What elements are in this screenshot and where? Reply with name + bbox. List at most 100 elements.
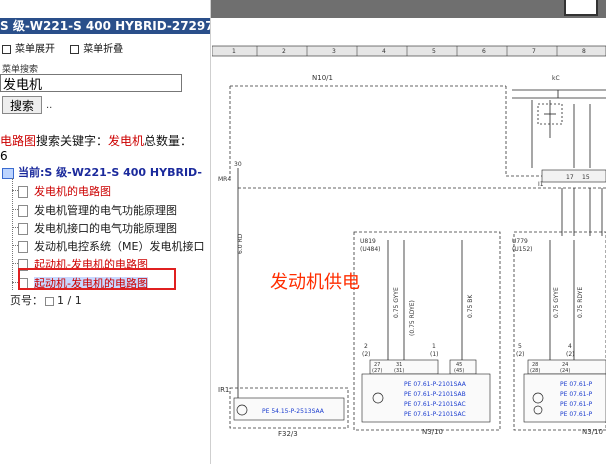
circuit-svg: 1 2 3 4 5 6 7 8 N10/1 kC 17 15 MR4 30 I1… (212, 45, 606, 438)
result-count: 6 (0, 149, 8, 163)
n10-1-label: N10/1 (312, 74, 333, 82)
vehicle-title: S 级-W221-S 400 HYBRID-272974-G (0, 18, 210, 34)
pin: (24) (560, 368, 570, 374)
menu-collapse-label: 菜单折叠 (83, 44, 124, 55)
tree-item-label: 发电机接口的电气功能原理图 (34, 222, 177, 235)
wire-label: (0.75 RDYE) (409, 300, 416, 336)
tree-item[interactable]: 发电机的电路图 (12, 183, 111, 199)
left-panel: S 级-W221-S 400 HYBRID-272974-G 菜单展开 菜单折叠… (0, 0, 211, 464)
result-middle: 搜索关键字： (36, 134, 109, 148)
pe-link[interactable]: PE 07.61-P (560, 411, 593, 418)
pe-link[interactable]: PE 54.15-P-2513SAA (262, 408, 325, 415)
n3-10-label: N3/10 (582, 428, 603, 436)
pin: (27) (372, 368, 382, 374)
result-keyword: 发电机 (108, 134, 145, 148)
ruler-col: 3 (332, 48, 336, 55)
bus-pin: 17 (566, 174, 574, 181)
pin: 1 (432, 343, 436, 350)
column-ruler (212, 45, 606, 57)
document-icon (18, 186, 28, 198)
kc-label: kC (552, 75, 560, 82)
pe-link[interactable]: PE 07.61-P (560, 381, 593, 388)
pin: (1) (430, 351, 439, 358)
ruler-col: 1 (232, 48, 236, 55)
i1-label: I1 (538, 181, 544, 188)
tree-item[interactable]: 发动机电控系统（ME）发电机接口 (12, 238, 205, 254)
search-button[interactable]: 搜索 (2, 96, 42, 114)
tree-branch (12, 245, 18, 246)
window-corner-icon (564, 0, 598, 16)
tree-branch (12, 263, 18, 264)
tree-branch (12, 209, 18, 210)
menu-collapse-button[interactable]: 菜单折叠 (70, 44, 123, 55)
tree-item-label: 发电机管理的电气功能原理图 (34, 204, 177, 217)
search-result-summary: 电路图搜索关键字：发电机总数量： (0, 132, 192, 149)
square-icon (70, 44, 80, 54)
tree-item-label: 发电机的电路图 (34, 185, 111, 198)
pe-link[interactable]: PE 07.61-P (560, 391, 593, 398)
tree-branch (12, 190, 18, 191)
pe-link[interactable]: PE 07.61-P-2101SAC (404, 411, 466, 418)
pager-value: 1 / 1 (57, 294, 82, 307)
ruler-col: 6 (482, 48, 486, 55)
tree-root-label: 当前:S 级-W221-S 400 HYBRID- (18, 166, 202, 179)
result-prefix: 电路图 (0, 134, 37, 148)
document-icon (18, 223, 28, 235)
document-icon (18, 205, 28, 217)
computer-icon (2, 167, 14, 179)
ir1-label: IR1 (218, 386, 229, 394)
pin: (45) (454, 368, 464, 374)
pe-link[interactable]: PE 07.61-P-2101SAC (404, 401, 466, 408)
u779b-label: (U152) (512, 246, 533, 253)
pin: (2) (362, 351, 371, 358)
pin: (2) (566, 351, 575, 358)
mr4-label: MR4 (218, 176, 231, 183)
selection-highlight-box (18, 268, 176, 290)
u779-label: U779 (512, 238, 528, 245)
bus-pin: 15 (582, 174, 590, 181)
menu-expand-label: 菜单展开 (15, 44, 55, 55)
pin: 4 (568, 343, 572, 350)
ruler-col: 5 (432, 48, 436, 55)
tree-item-label: 发动机电控系统（ME）发电机接口 (34, 240, 205, 253)
u819-label: U819 (360, 238, 376, 245)
menu-expand-button[interactable]: 菜单展开 (2, 44, 55, 55)
pe-link[interactable]: PE 07.61-P-2101SAB (404, 391, 466, 398)
wire-label: 0.75 GYYE (553, 287, 560, 318)
pager: 页号： 1 / 1 (10, 292, 82, 308)
pin: 5 (518, 343, 522, 350)
square-icon (2, 44, 11, 54)
wire-label: 0.75 GYYE (393, 287, 400, 318)
terminal-30: 30 (234, 161, 242, 168)
tree-connector (12, 178, 13, 290)
u819b-label: (U484) (360, 246, 381, 253)
menu-row: 菜单展开 菜单折叠 (2, 40, 135, 55)
pe-link[interactable]: PE 07.61-P (560, 401, 593, 408)
ruler-col: 7 (532, 48, 536, 55)
wire-label: 6.0 RD (237, 233, 244, 254)
search-dots: .. (46, 100, 53, 111)
search-input[interactable] (0, 74, 182, 92)
f32-3-label: F32/3 (278, 430, 298, 438)
document-icon (18, 241, 28, 253)
pin: 2 (364, 343, 368, 350)
n3-10-label: N3/10 (422, 428, 443, 436)
tree-item[interactable]: 发电机管理的电气功能原理图 (12, 202, 177, 218)
ruler-col: 2 (282, 48, 286, 55)
result-count-label: 总数量： (144, 134, 193, 148)
wire-label: 0.75 BK (467, 294, 474, 318)
ruler-col: 8 (582, 48, 586, 55)
page-checkbox[interactable] (45, 296, 54, 306)
tree-branch (12, 227, 18, 228)
tree-root[interactable]: 当前:S 级-W221-S 400 HYBRID- (2, 164, 202, 180)
wire-label: 0.75 RDYE (577, 287, 584, 318)
circuit-diagram: 1 2 3 4 5 6 7 8 N10/1 kC 17 15 MR4 30 I1… (212, 18, 606, 464)
pager-label: 页号： (10, 294, 43, 307)
pin: (2) (516, 351, 525, 358)
pe-link[interactable]: PE 07.61-P-2101SAA (404, 381, 467, 388)
ruler-col: 4 (382, 48, 386, 55)
tree-item[interactable]: 发电机接口的电气功能原理图 (12, 220, 177, 236)
annotation-engine-power-supply: 发动机供电 (270, 272, 360, 293)
pin: (31) (394, 368, 404, 374)
pin: (28) (530, 368, 540, 374)
